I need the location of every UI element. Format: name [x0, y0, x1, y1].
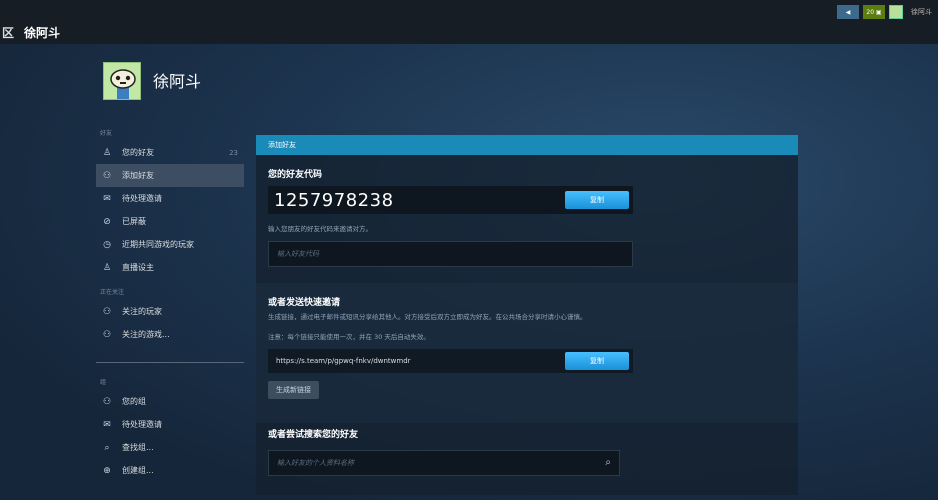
section-groups-label: 组 — [100, 379, 107, 386]
friend-code-title: 您的好友代码 — [268, 170, 323, 180]
nav-prefix[interactable]: 区 — [2, 24, 14, 41]
sidebar-item-pending-invites[interactable]: ✉ 待处理邀请 — [96, 187, 244, 210]
friend-code-hint: 输入您朋友的好友代码来邀请对方。 — [268, 225, 372, 233]
sidebar-item-group-invites[interactable]: ✉ 待处理邀请 — [96, 413, 244, 436]
account-avatar[interactable] — [889, 5, 903, 19]
breadcrumb: 区 徐阿斗 — [2, 24, 60, 41]
add-person-icon: ⚇ — [102, 170, 112, 181]
sidebar-item-broadcasters[interactable]: ♙ 直播设主 — [96, 256, 244, 279]
sidebar-item-label: 添加好友 — [122, 171, 154, 180]
friend-code-section: 您的好友代码 1257978238 复制 输入您朋友的好友代码来邀请对方。 输入… — [256, 155, 798, 267]
nav-username[interactable]: 徐阿斗 — [24, 24, 60, 41]
notifications-button[interactable]: 20 ▣ — [863, 5, 885, 19]
mail-icon: ✉ — [103, 419, 111, 430]
friend-code-box: 1257978238 复制 — [268, 186, 633, 214]
copy-code-button[interactable]: 复制 — [565, 191, 629, 209]
sidebar-item-followed-players[interactable]: ⚇ 关注的玩家 — [96, 300, 244, 323]
friend-code-value[interactable]: 1257978238 — [274, 190, 394, 211]
sidebar-item-find-groups[interactable]: ⌕ 查找组... — [96, 436, 244, 459]
friend-code-input[interactable]: 输入好友代码 — [268, 241, 633, 267]
search-friend-title: 或者尝试搜索您的好友 — [268, 430, 359, 440]
sidebar-item-label: 查找组... — [122, 443, 154, 452]
search-placeholder: 输入好友的个人资料名称 — [277, 459, 354, 467]
search-icon: ⌕ — [104, 442, 110, 453]
person-icon: ♙ — [102, 262, 112, 273]
plus-circle-icon: ⊕ — [103, 465, 111, 476]
search-icon[interactable]: ⌕ — [605, 457, 611, 468]
sidebar-item-recent-players[interactable]: ◷ 近期共同游戏的玩家 — [96, 233, 244, 256]
invite-link[interactable]: https://s.team/p/gpwq-fnkv/dwntwmdr — [276, 357, 411, 365]
account-name[interactable]: 徐阿斗 — [911, 7, 932, 17]
follow-game-icon: ⚇ — [102, 329, 112, 340]
sidebar-item-add-friend[interactable]: ⚇ 添加好友 — [96, 164, 244, 187]
clock-icon: ◷ — [103, 239, 111, 250]
quick-invite-title: 或者发送快速邀请 — [268, 298, 341, 308]
search-friend-section: 或者尝试搜索您的好友 输入好友的个人资料名称 ⌕ — [256, 427, 798, 476]
search-friend-input[interactable]: 输入好友的个人资料名称 ⌕ — [268, 450, 620, 476]
sidebar-item-label: 您的好友 — [122, 148, 154, 157]
blocked-icon: ⊘ — [103, 216, 111, 227]
sidebar-item-label: 直播设主 — [122, 263, 154, 272]
sidebar-item-followed-games[interactable]: ⚇ 关注的游戏... — [96, 323, 244, 346]
section-friends-label: 好友 — [100, 130, 113, 137]
top-bar: 区 徐阿斗 ◀ 20 ▣ 徐阿斗 — [0, 0, 938, 44]
cartoon-avatar-icon — [104, 63, 140, 99]
sidebar-item-label: 关注的游戏... — [122, 330, 170, 339]
announce-button[interactable]: ◀ — [837, 5, 859, 19]
add-friend-panel: 添加好友 您的好友代码 1257978238 复制 输入您朋友的好友代码来邀请对… — [256, 135, 798, 495]
sidebar-item-label: 您的组 — [122, 397, 146, 406]
avatar[interactable] — [103, 62, 141, 100]
sidebar-item-label: 近期共同游戏的玩家 — [122, 240, 194, 249]
sidebar-item-label: 待处理邀请 — [122, 194, 162, 203]
generate-link-button[interactable]: 生成新链接 — [268, 381, 319, 399]
sidebar-item-label: 已屏蔽 — [122, 217, 146, 226]
person-icon: ♙ — [102, 147, 112, 158]
sidebar-item-label: 创建组... — [122, 466, 154, 475]
friend-count: 23 — [229, 148, 238, 157]
sidebar-item-blocked[interactable]: ⊘ 已屏蔽 — [96, 210, 244, 233]
panel-header: 添加好友 — [256, 135, 798, 155]
sidebar-item-your-groups[interactable]: ⚇ 您的组 — [96, 390, 244, 413]
follow-person-icon: ⚇ — [102, 306, 112, 317]
quick-invite-section: 或者发送快速邀请 生成链接，通过电子邮件或短讯分享给其他人。对方接受后双方立即成… — [256, 283, 798, 423]
quick-invite-note: 注意：每个链接只能使用一次，并在 30 天后自动失效。 — [268, 333, 430, 341]
quick-invite-description: 生成链接，通过电子邮件或短讯分享给其他人。对方接受后双方立即成为好友。在公共场合… — [268, 313, 587, 321]
group-icon: ⚇ — [102, 396, 112, 407]
copy-link-button[interactable]: 复制 — [565, 352, 629, 370]
sidebar-item-your-friends[interactable]: ♙ 您的好友 23 — [96, 141, 244, 164]
sidebar-item-create-group[interactable]: ⊕ 创建组... — [96, 459, 244, 482]
invite-link-box: https://s.team/p/gpwq-fnkv/dwntwmdr 复制 — [268, 349, 633, 373]
section-following-label: 正在关注 — [100, 289, 125, 296]
sidebar: 好友 ♙ 您的好友 23 ⚇ 添加好友 ✉ 待处理邀请 ⊘ 已屏蔽 ◷ 近期共同… — [96, 124, 244, 482]
profile-name: 徐阿斗 — [153, 72, 202, 91]
sidebar-item-label: 关注的玩家 — [122, 307, 162, 316]
account-area: ◀ 20 ▣ 徐阿斗 — [837, 5, 932, 19]
sidebar-item-label: 待处理邀请 — [122, 420, 162, 429]
sidebar-divider — [96, 362, 244, 363]
mail-icon: ✉ — [103, 193, 111, 204]
